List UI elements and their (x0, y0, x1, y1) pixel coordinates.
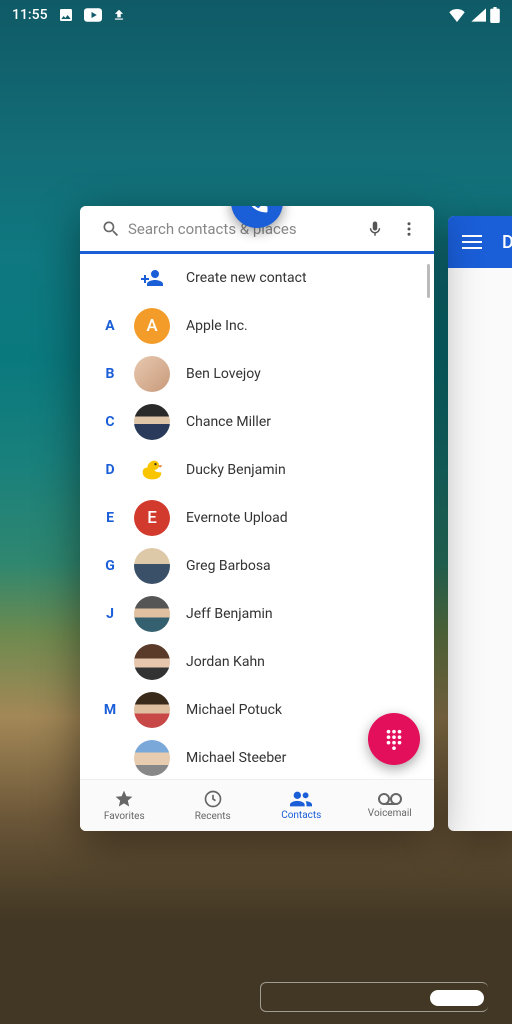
contact-avatar (134, 596, 170, 632)
index-letter: A (86, 318, 134, 334)
nav-voicemail-label: Voicemail (368, 808, 412, 819)
contact-name: Greg Barbosa (186, 558, 271, 574)
nav-contacts-label: Contacts (281, 810, 321, 821)
contact-avatar (134, 452, 170, 488)
recents-secondary-app[interactable]: D (448, 216, 512, 831)
contact-avatar (134, 644, 170, 680)
create-contact-row[interactable]: Create new contact (80, 254, 434, 302)
index-letter: M (86, 702, 134, 718)
contact-row[interactable]: EE Evernote Upload (80, 494, 434, 542)
dialpad-fab[interactable] (368, 713, 420, 765)
contact-row[interactable]: C Chance Miller (80, 398, 434, 446)
contact-avatar (134, 404, 170, 440)
nav-voicemail[interactable]: Voicemail (346, 780, 435, 831)
youtube-icon (84, 8, 102, 22)
contact-row[interactable]: B Ben Lovejoy (80, 350, 434, 398)
contact-avatar: E (134, 500, 170, 536)
nav-recents-label: Recents (195, 811, 231, 822)
voicemail-icon (378, 792, 402, 806)
index-letter: D (86, 462, 134, 478)
contact-name: Jordan Kahn (186, 654, 265, 670)
secondary-app-header: D (448, 216, 512, 268)
nav-favorites[interactable]: Favorites (80, 780, 169, 831)
index-letter: J (86, 606, 134, 622)
index-letter: C (86, 414, 134, 430)
star-icon (114, 789, 134, 809)
status-bar: 11:55 (0, 0, 512, 30)
wallpaper: 11:55 D (0, 0, 512, 1024)
index-letter: E (86, 510, 134, 526)
secondary-app-title: D (502, 232, 512, 253)
status-clock: 11:55 (12, 7, 48, 23)
contact-name: Ben Lovejoy (186, 366, 261, 382)
index-letter: B (86, 366, 134, 382)
search-icon[interactable] (94, 212, 128, 246)
battery-icon (490, 7, 500, 23)
scroll-indicator (427, 264, 430, 298)
contact-row[interactable]: Jordan Kahn (80, 638, 434, 686)
contact-name: Michael Steeber (186, 750, 286, 766)
nav-contacts[interactable]: Contacts (257, 780, 346, 831)
contact-name: Apple Inc. (186, 318, 248, 334)
home-pill[interactable] (430, 990, 484, 1006)
contact-name: Michael Potuck (186, 702, 282, 718)
contact-row[interactable]: AA Apple Inc. (80, 302, 434, 350)
hamburger-icon[interactable] (462, 235, 482, 249)
index-letter: G (86, 558, 134, 574)
wifi-icon (448, 8, 466, 22)
photo-icon (58, 7, 74, 23)
contact-name: Evernote Upload (186, 510, 288, 526)
contact-avatar (134, 548, 170, 584)
nav-favorites-label: Favorites (104, 811, 145, 822)
people-icon (290, 790, 312, 808)
create-contact-label: Create new contact (186, 270, 307, 286)
contact-name: Jeff Benjamin (186, 606, 273, 622)
mic-icon[interactable] (358, 212, 392, 246)
overflow-menu-icon[interactable] (392, 212, 426, 246)
contact-avatar (134, 692, 170, 728)
contact-avatar: A (134, 308, 170, 344)
dialpad-icon (383, 728, 405, 750)
contact-name: Chance Miller (186, 414, 271, 430)
contacts-list[interactable]: Create new contact AA Apple Inc. B Ben Love… (80, 254, 434, 779)
clock-icon (203, 789, 223, 809)
contact-row[interactable]: D Ducky Benjamin (80, 446, 434, 494)
signal-icon (470, 8, 486, 22)
contact-avatar (134, 740, 170, 776)
nav-recents[interactable]: Recents (169, 780, 258, 831)
contact-avatar (134, 356, 170, 392)
upload-icon (112, 7, 126, 23)
contact-row[interactable]: G Greg Barbosa (80, 542, 434, 590)
bottom-nav: Favorites Recents Contacts Voicemail (80, 779, 434, 831)
contact-name: Ducky Benjamin (186, 462, 286, 478)
contact-row[interactable]: J Jeff Benjamin (80, 590, 434, 638)
phone-app-card[interactable]: Create new contact AA Apple Inc. B Ben Love… (80, 206, 434, 831)
add-person-icon (140, 268, 164, 288)
